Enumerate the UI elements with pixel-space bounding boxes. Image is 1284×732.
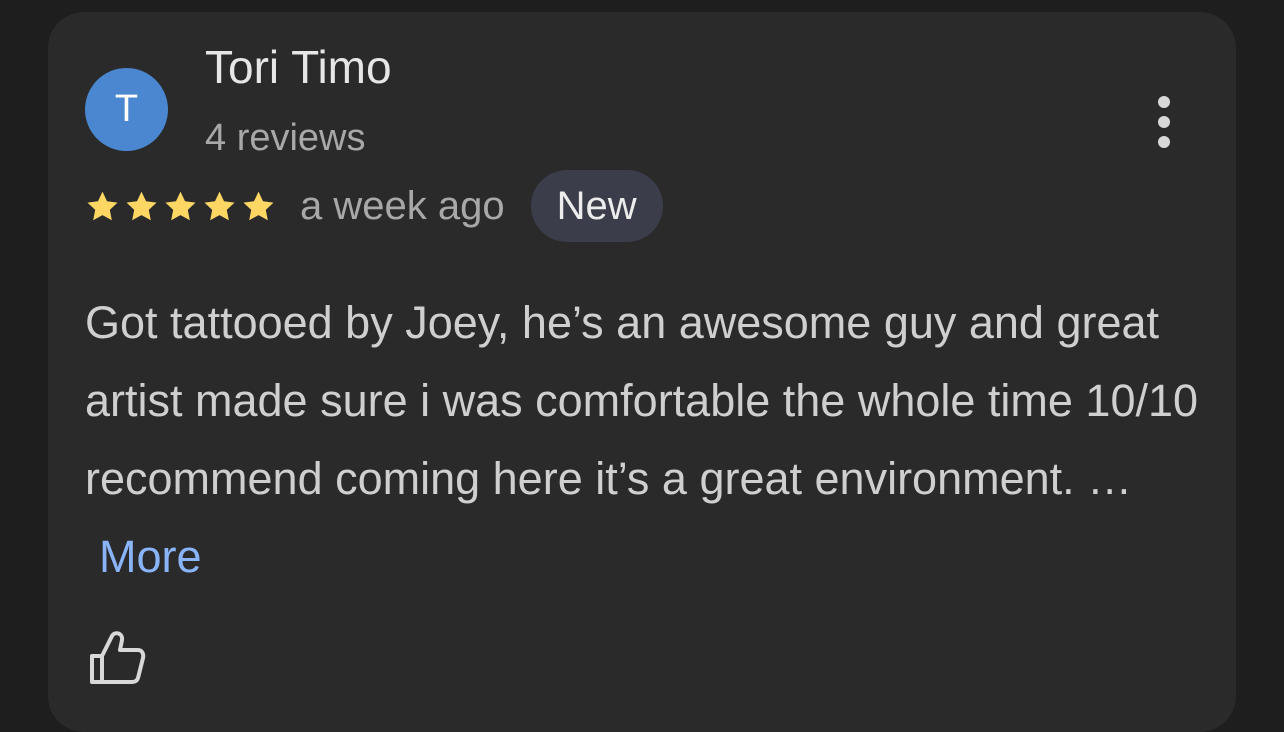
more-vertical-icon xyxy=(1158,96,1170,108)
review-text-block: Got tattooed by Joey, he’s an awesome gu… xyxy=(85,284,1205,596)
star-rating xyxy=(85,189,276,224)
more-options-button[interactable] xyxy=(1146,92,1182,152)
star-icon xyxy=(165,191,196,220)
star-icon xyxy=(243,191,274,220)
review-text: Got tattooed by Joey, he’s an awesome gu… xyxy=(85,297,1199,504)
review-time: a week ago xyxy=(300,184,505,228)
review-card: T Tori Timo 4 reviews a week ago New Got… xyxy=(48,12,1236,732)
new-badge: New xyxy=(530,170,663,242)
rating-row: a week ago New xyxy=(85,170,663,242)
more-vertical-icon-dot xyxy=(1158,116,1170,128)
reviewer-review-count: 4 reviews xyxy=(205,117,366,159)
star-icon xyxy=(87,191,118,220)
avatar[interactable]: T xyxy=(85,68,168,151)
more-link[interactable]: More xyxy=(99,531,202,582)
reviewer-name[interactable]: Tori Timo xyxy=(205,42,392,92)
star-icon xyxy=(204,191,235,220)
star-icon xyxy=(126,191,157,220)
thumbs-up-icon[interactable] xyxy=(88,628,146,686)
more-vertical-icon-dot xyxy=(1158,136,1170,148)
